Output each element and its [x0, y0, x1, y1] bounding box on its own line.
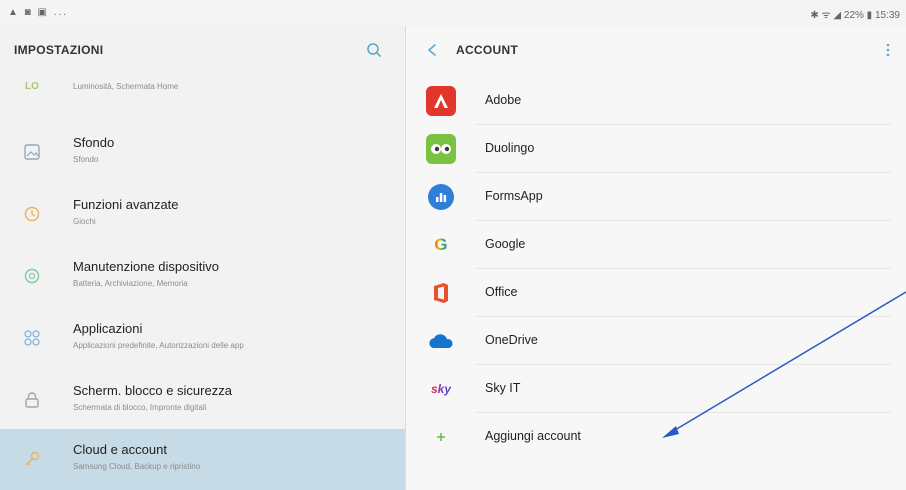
- account-name: Office: [485, 285, 518, 299]
- account-pane: ACCOUNT Adobe Duolingo FormsApp G Google: [406, 26, 906, 490]
- settings-pane: IMPOSTAZIONI LO Luminosità, Schermata Ho…: [0, 26, 405, 490]
- sky-icon: sky: [430, 382, 452, 396]
- account-name: OneDrive: [485, 333, 538, 347]
- add-icon: [426, 422, 456, 452]
- advanced-features-icon: [20, 202, 44, 226]
- status-icons-right: ✱ ᯤ ◢ 22% ▮ 15:39: [810, 10, 900, 21]
- account-item-onedrive[interactable]: OneDrive: [406, 317, 906, 365]
- settings-header: IMPOSTAZIONI: [0, 26, 405, 74]
- account-item-formsapp[interactable]: FormsApp: [406, 173, 906, 221]
- key-icon: [20, 447, 44, 471]
- account-name: FormsApp: [485, 189, 543, 203]
- settings-item-subtitle: Applicazioni predefinite, Autorizzazioni…: [73, 341, 244, 350]
- settings-item-maintenance[interactable]: Manutenzione dispositivo Batteria, Archi…: [0, 246, 405, 308]
- settings-item-subtitle: Giochi: [73, 217, 96, 226]
- settings-item-lockscreen[interactable]: Scherm. blocco e sicurezza Schermata di …: [0, 370, 405, 432]
- account-item-sky[interactable]: sky Sky IT: [406, 365, 906, 413]
- page-title: ACCOUNT: [456, 43, 519, 57]
- settings-item-subtitle: Schermata di blocco, Impronte digitali: [73, 403, 207, 412]
- more-options-icon[interactable]: [876, 38, 900, 62]
- settings-item-sfondo[interactable]: Sfondo Sfondo: [0, 122, 405, 184]
- settings-item-advanced[interactable]: Funzioni avanzate Giochi: [0, 184, 405, 246]
- settings-item-subtitle: Samsung Cloud, Backup e ripristino: [73, 462, 201, 471]
- settings-item-cloud-account[interactable]: Cloud e account Samsung Cloud, Backup e …: [0, 429, 405, 490]
- settings-item-title: Applicazioni: [73, 321, 143, 336]
- page-title: IMPOSTAZIONI: [14, 43, 104, 57]
- settings-item-title: Funzioni avanzate: [73, 197, 179, 212]
- adobe-icon: [426, 86, 456, 116]
- search-icon[interactable]: [362, 38, 386, 62]
- account-name: Google: [485, 237, 526, 251]
- apps-icon: [20, 326, 44, 350]
- device-maintenance-icon: [20, 264, 44, 288]
- google-icon: G: [434, 235, 448, 254]
- add-account-button[interactable]: Aggiungi account: [406, 413, 906, 461]
- account-item-duolingo[interactable]: Duolingo: [406, 125, 906, 173]
- settings-item-title: Sfondo: [73, 135, 115, 150]
- settings-item-subtitle: Batteria, Archiviazione, Memoria: [73, 279, 188, 288]
- display-icon: LO: [25, 80, 39, 92]
- settings-item-subtitle: Luminosità, Schermata Home: [73, 82, 179, 91]
- settings-item-title: Manutenzione dispositivo: [73, 259, 219, 274]
- onedrive-icon: [426, 326, 456, 356]
- settings-item-title: Cloud e account: [73, 442, 167, 457]
- settings-item-apps[interactable]: Applicazioni Applicazioni predefinite, A…: [0, 308, 405, 370]
- back-arrow-icon[interactable]: [420, 38, 444, 62]
- duolingo-icon: [426, 134, 456, 164]
- account-name: Sky IT: [485, 381, 521, 395]
- account-item-adobe[interactable]: Adobe: [406, 77, 906, 125]
- lock-icon: [20, 388, 44, 412]
- settings-item-display[interactable]: LO Luminosità, Schermata Home: [0, 70, 405, 100]
- status-icons-left: ▲ ◙ ▣ ...: [8, 7, 69, 18]
- account-header: ACCOUNT: [406, 26, 906, 74]
- formsapp-icon: [428, 184, 454, 210]
- account-item-google[interactable]: G Google: [406, 221, 906, 269]
- account-name: Adobe: [485, 93, 522, 107]
- account-item-office[interactable]: Office: [406, 269, 906, 317]
- office-icon: [426, 278, 456, 308]
- settings-item-title: Scherm. blocco e sicurezza: [73, 383, 232, 398]
- status-bar: ▲ ◙ ▣ ... ✱ ᯤ ◢ 22% ▮ 15:39: [0, 0, 906, 26]
- add-account-label: Aggiungi account: [485, 429, 581, 443]
- wallpaper-icon: [20, 140, 44, 164]
- settings-item-subtitle: Sfondo: [73, 155, 99, 164]
- account-name: Duolingo: [485, 141, 535, 155]
